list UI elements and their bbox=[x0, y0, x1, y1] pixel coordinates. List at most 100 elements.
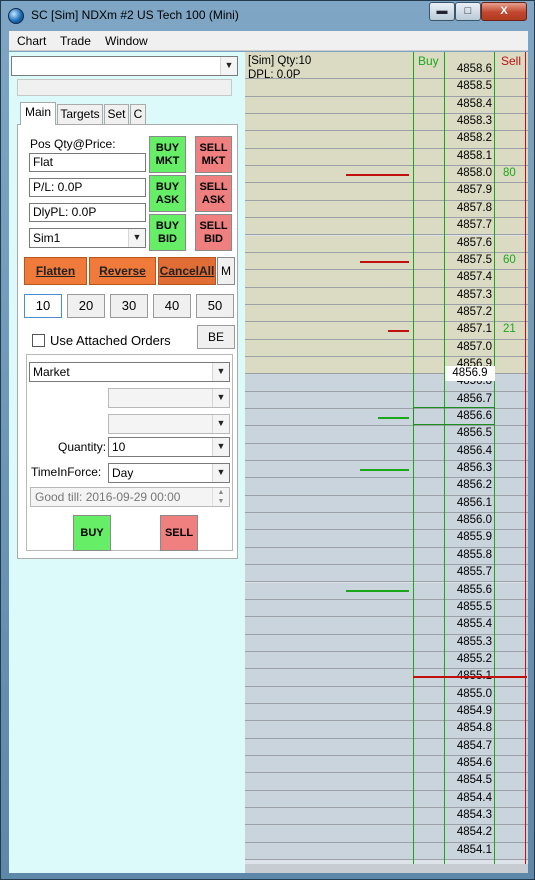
menu-chart[interactable]: Chart bbox=[17, 34, 46, 48]
ladder-row[interactable]: 4854.6 bbox=[245, 756, 528, 774]
time-in-force-value: Day bbox=[112, 466, 134, 480]
time-in-force-select[interactable]: Day ▼ bbox=[108, 463, 230, 483]
price-label: 4858.2 bbox=[456, 132, 492, 145]
ladder-row[interactable]: 4856.5 bbox=[245, 426, 528, 444]
attached-orders-checkbox[interactable] bbox=[32, 334, 45, 347]
quantity-button-20[interactable]: 20 bbox=[67, 294, 105, 318]
ladder-row[interactable]: 4854.2 bbox=[245, 825, 528, 843]
close-button[interactable]: X bbox=[481, 2, 527, 21]
trade-account-dropdown[interactable]: ▼ bbox=[11, 56, 238, 76]
price-label: 4856.4 bbox=[456, 444, 492, 457]
ladder-row[interactable]: 4854.5 bbox=[245, 773, 528, 791]
ladder-row[interactable]: 4855.5 bbox=[245, 599, 528, 618]
price-label: 4855.2 bbox=[456, 652, 492, 665]
quantity-button-40[interactable]: 40 bbox=[153, 294, 191, 318]
price-label: 4857.1 bbox=[456, 323, 492, 336]
buy-button[interactable]: BUY bbox=[73, 515, 111, 551]
breakeven-button[interactable]: BE bbox=[197, 325, 235, 349]
tab-c[interactable]: C bbox=[130, 104, 146, 124]
price-label: 4856.2 bbox=[456, 479, 492, 492]
ladder-row[interactable]: 4854.8 bbox=[245, 721, 528, 739]
sell-button[interactable]: SELL bbox=[160, 515, 198, 551]
price-label: 4854.7 bbox=[456, 739, 492, 752]
quantity-button-10[interactable]: 10 bbox=[24, 294, 62, 318]
flatten-button[interactable]: Flatten bbox=[24, 257, 87, 285]
chevron-down-icon: ▼ bbox=[212, 389, 229, 407]
ladder-row[interactable]: 4856.0 bbox=[245, 513, 528, 531]
ladder-row[interactable]: 4855.2 bbox=[245, 651, 528, 670]
price-label: 4857.7 bbox=[456, 219, 492, 232]
order-type-select[interactable]: Market ▼ bbox=[29, 362, 230, 382]
ladder-row[interactable]: 4857.3 bbox=[245, 287, 528, 305]
price-label: 4857.6 bbox=[456, 236, 492, 249]
ladder-row[interactable]: 4854.1 bbox=[245, 842, 528, 861]
ladder-row[interactable]: 4858.2 bbox=[245, 131, 528, 149]
account-select[interactable]: Sim1 ▼ bbox=[29, 228, 146, 248]
cancel-all-button[interactable]: CancelAll bbox=[158, 257, 216, 285]
sell-ask-button[interactable]: SELL ASK bbox=[195, 175, 232, 212]
ladder-row[interactable]: 4854.7 bbox=[245, 738, 528, 756]
ladder-row[interactable]: 4856.1 bbox=[245, 495, 528, 514]
ladder-row[interactable]: 4857.0 bbox=[245, 339, 528, 357]
ladder-row[interactable]: 4854.3 bbox=[245, 808, 528, 826]
menu-trade[interactable]: Trade bbox=[60, 34, 91, 48]
m-button[interactable]: M bbox=[217, 257, 235, 285]
tab-main[interactable]: Main bbox=[20, 102, 56, 125]
ladder-row[interactable]: 4854.4 bbox=[245, 790, 528, 809]
menu-window[interactable]: Window bbox=[105, 34, 148, 48]
volume-bar bbox=[360, 260, 409, 263]
quantity-button-30[interactable]: 30 bbox=[110, 294, 148, 318]
ladder-row[interactable]: 4855.3 bbox=[245, 634, 528, 652]
ladder-row[interactable]: 4858.3 bbox=[245, 114, 528, 132]
ladder-row[interactable]: 4858.4 bbox=[245, 96, 528, 115]
ladder-row[interactable]: 4855.0 bbox=[245, 686, 528, 704]
price2-select: ▼ bbox=[108, 414, 230, 434]
sell-size: 21 bbox=[503, 323, 516, 336]
chevron-down-icon[interactable]: ▼ bbox=[212, 363, 229, 381]
ladder-row[interactable]: 4855.9 bbox=[245, 530, 528, 548]
sell-bid-button[interactable]: SELL BID bbox=[195, 214, 232, 251]
quantity-select[interactable]: 10 ▼ bbox=[108, 437, 230, 457]
spinner-icon: ▲ ▼ bbox=[212, 488, 229, 506]
ladder-row[interactable]: 4857.1 bbox=[245, 322, 528, 340]
title-bar[interactable]: SC [Sim] NDXm #2 US Tech 100 (Mini) ▬ □ … bbox=[1, 1, 534, 29]
buy-bid-button[interactable]: BUY BID bbox=[149, 214, 186, 251]
ladder-scroll-area[interactable] bbox=[245, 864, 528, 873]
buy-ask-button[interactable]: BUY ASK bbox=[149, 175, 186, 212]
column-divider bbox=[413, 52, 414, 864]
quantity-value: 10 bbox=[112, 440, 126, 454]
ladder-row[interactable]: 4857.7 bbox=[245, 218, 528, 236]
ladder-row[interactable]: 4855.4 bbox=[245, 617, 528, 635]
ladder-row[interactable]: 4857.6 bbox=[245, 235, 528, 253]
pl-field: P/L: 0.0P bbox=[29, 178, 146, 197]
ladder-row[interactable]: 4857.9 bbox=[245, 183, 528, 201]
ladder-row[interactable]: 4857.4 bbox=[245, 270, 528, 288]
ladder-row[interactable]: 4855.7 bbox=[245, 565, 528, 583]
chevron-down-icon[interactable]: ▼ bbox=[212, 464, 229, 482]
tab-bar: Main Targets Set C bbox=[18, 102, 238, 125]
price-ladder[interactable]: 4858.6 4858.5 4858.4 4858.3 4858.2 4858.1 4858… bbox=[245, 52, 528, 864]
ladder-row[interactable]: 4856.4 bbox=[245, 443, 528, 462]
price-label: 4854.4 bbox=[456, 791, 492, 804]
ladder-row[interactable]: 4855.8 bbox=[245, 547, 528, 566]
ladder-row[interactable]: 4857.2 bbox=[245, 304, 528, 323]
reverse-button[interactable]: Reverse bbox=[89, 257, 156, 285]
chevron-down-icon[interactable]: ▼ bbox=[212, 438, 229, 456]
buy-market-button[interactable]: BUY MKT bbox=[149, 136, 186, 173]
ladder-row[interactable]: 4858.1 bbox=[245, 148, 528, 167]
price-label: 4855.0 bbox=[456, 687, 492, 700]
maximize-button[interactable]: □ bbox=[455, 2, 481, 21]
ladder-row[interactable]: 4857.8 bbox=[245, 200, 528, 219]
ladder-row[interactable]: 4856.2 bbox=[245, 478, 528, 496]
chevron-down-icon[interactable]: ▼ bbox=[220, 57, 237, 75]
tab-targets[interactable]: Targets bbox=[57, 104, 103, 124]
minimize-button[interactable]: ▬ bbox=[429, 2, 455, 21]
price-label: 4854.1 bbox=[456, 843, 492, 856]
price-label: 4858.3 bbox=[456, 115, 492, 128]
quantity-button-50[interactable]: 50 bbox=[196, 294, 234, 318]
position-field: Flat bbox=[29, 153, 146, 172]
sell-market-button[interactable]: SELL MKT bbox=[195, 136, 232, 173]
tab-set[interactable]: Set bbox=[104, 104, 129, 124]
chevron-down-icon[interactable]: ▼ bbox=[128, 229, 145, 247]
ladder-row[interactable]: 4854.9 bbox=[245, 703, 528, 722]
